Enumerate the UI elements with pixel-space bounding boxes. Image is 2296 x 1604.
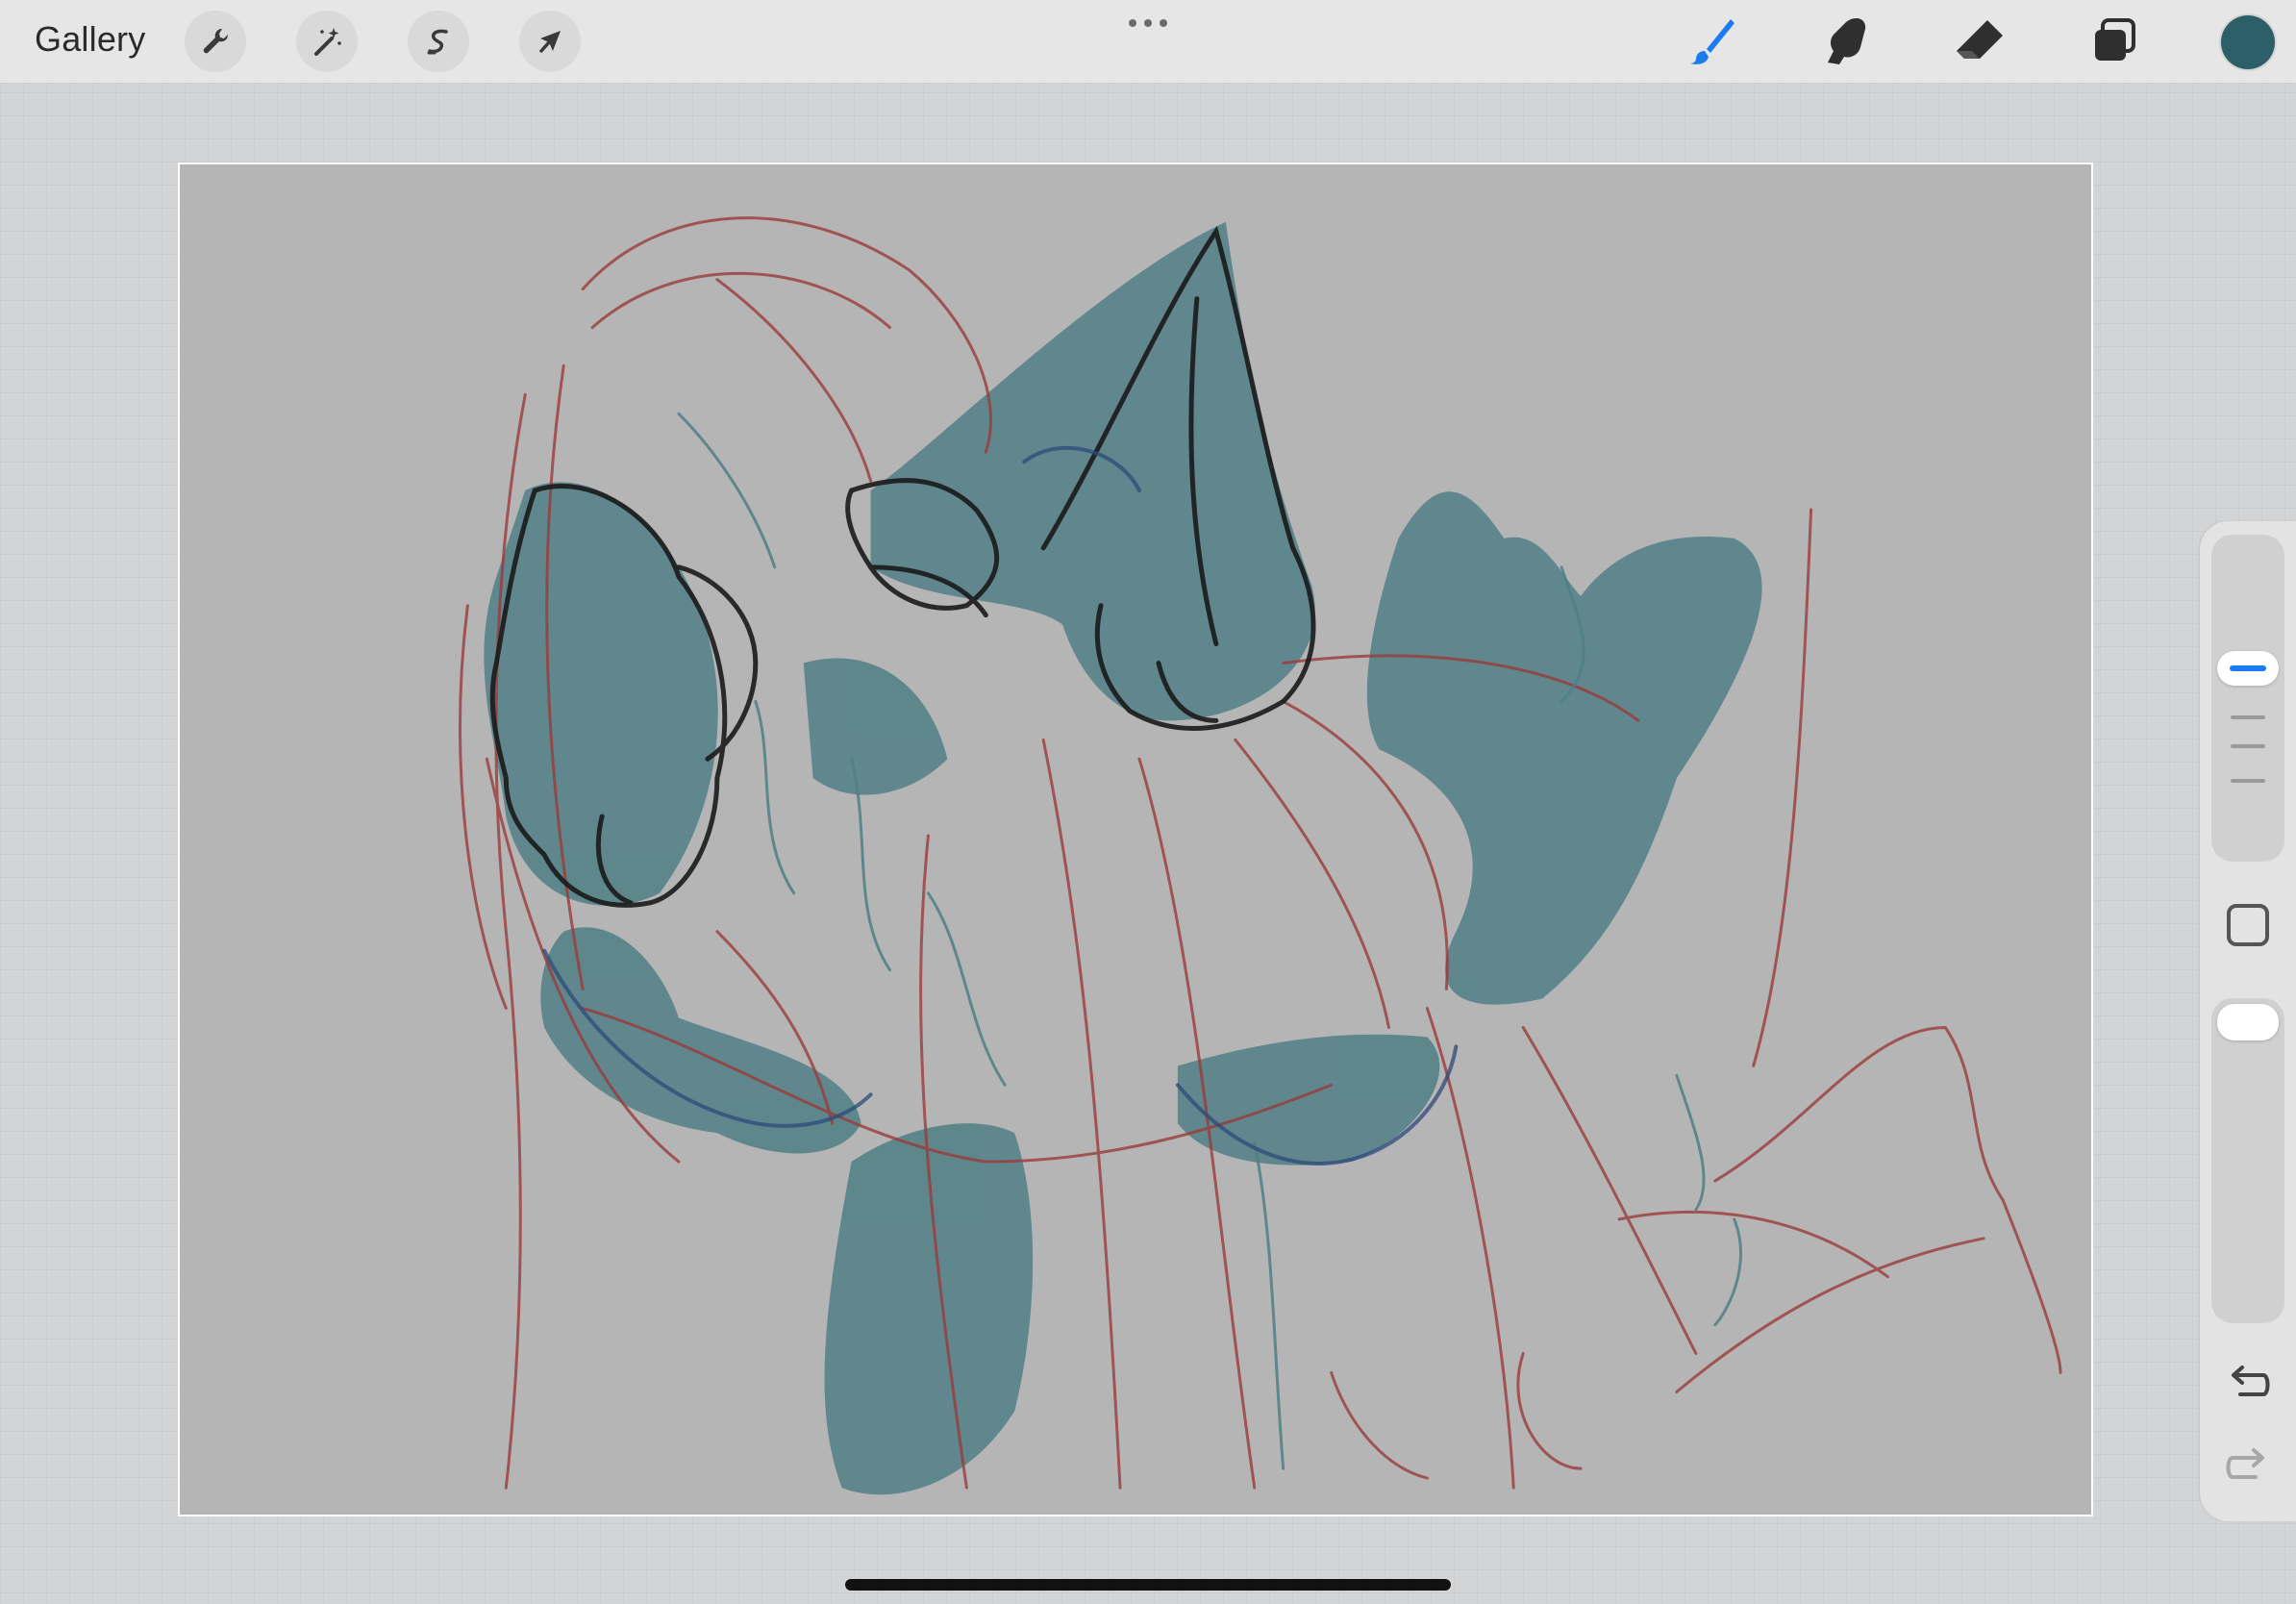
eraser-icon bbox=[1957, 20, 2003, 59]
actions-button[interactable] bbox=[185, 11, 246, 72]
home-indicator[interactable] bbox=[845, 1579, 1451, 1591]
arrow-cursor-icon bbox=[539, 31, 561, 53]
brush-opacity-slider[interactable] bbox=[2211, 998, 2284, 1323]
selection-s-icon bbox=[427, 29, 448, 55]
more-dots-icon[interactable] bbox=[1125, 15, 1171, 31]
modify-button[interactable] bbox=[2227, 904, 2269, 946]
size-tick bbox=[2231, 744, 2265, 748]
color-picker-swatch[interactable] bbox=[2221, 15, 2275, 69]
brush-size-slider[interactable] bbox=[2211, 535, 2284, 862]
top-toolbar: Gallery bbox=[0, 0, 2296, 84]
layers-button[interactable] bbox=[2084, 12, 2144, 71]
size-tick bbox=[2231, 715, 2265, 719]
eraser-tool-button[interactable] bbox=[1950, 12, 2009, 71]
side-toolbar bbox=[2200, 521, 2296, 1521]
magic-wand-icon bbox=[314, 28, 341, 56]
size-tick bbox=[2231, 779, 2265, 783]
brush-opacity-thumb[interactable] bbox=[2217, 1004, 2279, 1040]
brush-icon bbox=[1690, 19, 1734, 64]
adjustments-button[interactable] bbox=[296, 11, 358, 72]
selection-button[interactable] bbox=[408, 11, 469, 72]
brush-size-thumb[interactable] bbox=[2217, 651, 2279, 686]
undo-icon[interactable] bbox=[2221, 1362, 2275, 1408]
transform-button[interactable] bbox=[519, 11, 581, 72]
smudge-finger-icon bbox=[1828, 18, 1866, 64]
smudge-tool-button[interactable] bbox=[1815, 12, 1875, 71]
layers-icon bbox=[2095, 18, 2135, 61]
gallery-button[interactable]: Gallery bbox=[35, 19, 145, 60]
sketch-artwork bbox=[459, 216, 2062, 1495]
redo-icon[interactable] bbox=[2221, 1444, 2275, 1491]
drawing-canvas[interactable] bbox=[178, 163, 2093, 1516]
brush-tool-button[interactable] bbox=[1683, 12, 1742, 71]
wrench-icon bbox=[203, 28, 229, 54]
